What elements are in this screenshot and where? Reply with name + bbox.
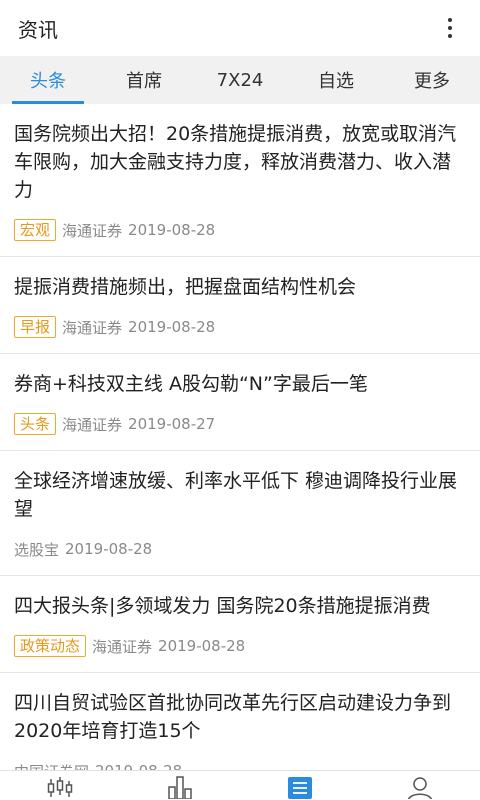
nav-quotes[interactable]: [120, 771, 240, 800]
tab-watchlist[interactable]: 自选: [288, 56, 384, 104]
news-source: 海通证券: [62, 318, 123, 337]
news-date: 2019-08-28: [65, 540, 153, 558]
market-bars-icon: [168, 776, 192, 799]
news-title: 四川自贸试验区首批协同改革先行区启动建设力争到2020年培育打造15个: [14, 692, 452, 742]
news-meta: 中国证券网 2019-08-28: [14, 745, 466, 770]
nav-market[interactable]: [0, 771, 120, 800]
news-source: 选股宝: [14, 540, 60, 559]
news-item[interactable]: 提振消费措施频出，把握盘面结构性机会 早报 海通证券 2019-08-28: [0, 257, 480, 354]
news-item[interactable]: 国务院频出大招！20条措施提振消费，放宽或取消汽车限购，加大金融支持力度，释放消…: [0, 104, 480, 257]
user-profile-icon: [408, 777, 432, 799]
page-title: 资讯: [18, 17, 58, 42]
tab-7x24[interactable]: 7X24: [192, 56, 288, 104]
news-tag: 宏观: [14, 219, 57, 241]
news-date: 2019-08-28: [128, 221, 216, 239]
news-list-icon: [288, 777, 312, 799]
news-feed[interactable]: 国务院频出大招！20条措施提振消费，放宽或取消汽车限购，加大金融支持力度，释放消…: [0, 104, 480, 770]
news-meta: 政策动态 海通证券 2019-08-28: [14, 620, 466, 672]
news-meta: 头条 海通证券 2019-08-27: [14, 398, 466, 450]
news-meta: 早报 海通证券 2019-08-28: [14, 301, 466, 353]
news-tag: 头条: [14, 413, 57, 435]
news-item[interactable]: 四川自贸试验区首批协同改革先行区启动建设力争到2020年培育打造15个 中国证券…: [0, 673, 480, 770]
nav-profile[interactable]: [360, 771, 480, 800]
tab-chief[interactable]: 首席: [96, 56, 192, 104]
news-source: 海通证券: [62, 415, 123, 434]
news-date: 2019-08-27: [128, 415, 216, 433]
news-tag: 早报: [14, 316, 57, 338]
news-item[interactable]: 券商+科技双主线 A股勾勒“N”字最后一笔 头条 海通证券 2019-08-27: [0, 354, 480, 451]
news-date: 2019-08-28: [158, 637, 246, 655]
tab-headlines[interactable]: 头条: [0, 56, 96, 104]
news-meta: 宏观 海通证券 2019-08-28: [14, 204, 466, 256]
more-vertical-icon[interactable]: [438, 12, 462, 44]
tab-bar: 头条 首席 7X24 自选 更多: [0, 56, 480, 104]
app-bar: 资讯: [0, 0, 480, 56]
news-tag: 政策动态: [14, 635, 87, 657]
news-date: 2019-08-28: [128, 318, 216, 336]
news-title: 券商+科技双主线 A股勾勒“N”字最后一笔: [14, 373, 368, 395]
news-source: 海通证券: [92, 637, 153, 656]
news-title: 四大报头条|多领域发力 国务院20条措施提振消费: [14, 595, 431, 617]
news-date: 2019-08-28: [95, 762, 182, 770]
news-source: 海通证券: [62, 221, 123, 240]
news-item[interactable]: 四大报头条|多领域发力 国务院20条措施提振消费 政策动态 海通证券 2019-…: [0, 576, 480, 673]
news-title: 全球经济增速放缓、利率水平低下 穆迪调降投行业展望: [14, 470, 458, 520]
candlestick-chart-icon: [47, 777, 73, 797]
news-item[interactable]: 全球经济增速放缓、利率水平低下 穆迪调降投行业展望 选股宝 2019-08-28: [0, 451, 480, 576]
news-meta: 选股宝 2019-08-28: [14, 523, 466, 575]
news-title: 国务院频出大招！20条措施提振消费，放宽或取消汽车限购，加大金融支持力度，释放消…: [14, 123, 457, 201]
tab-more[interactable]: 更多: [384, 56, 480, 104]
bottom-nav: [0, 770, 480, 800]
news-title: 提振消费措施频出，把握盘面结构性机会: [14, 276, 357, 298]
nav-news[interactable]: [240, 771, 360, 800]
news-source: 中国证券网: [14, 761, 89, 771]
